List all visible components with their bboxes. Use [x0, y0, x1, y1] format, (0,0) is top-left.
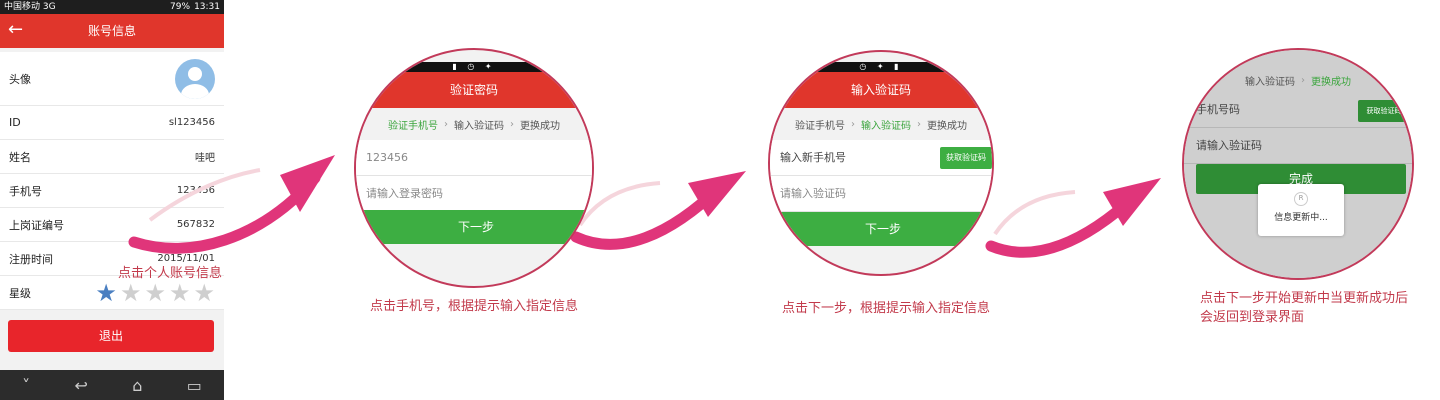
logout-button[interactable]: 退出 — [8, 320, 214, 352]
next-button[interactable]: 下一步 — [776, 212, 990, 246]
verify-password-screen: ▮ ◷ ✦ 验证密码 验证手机号 › 输入验证码 › 更换成功 123456 请… — [354, 48, 594, 288]
row-label: 星级 — [9, 286, 31, 300]
star-icon: ★ — [193, 278, 215, 307]
row-label: 上岗证编号 — [9, 218, 64, 232]
clock-text: 13:31 — [194, 2, 220, 12]
step-indicator: 验证手机号 › 输入验证码 › 更换成功 — [356, 108, 592, 140]
spinner-icon: R — [1294, 192, 1308, 206]
chevron-right-icon: › — [1301, 74, 1305, 86]
star-icon: ★ — [119, 278, 142, 307]
next-button[interactable]: 下一步 — [356, 210, 592, 244]
step-label: 更换成功 — [520, 120, 560, 132]
code-row[interactable]: 请输入验证码 — [1184, 128, 1412, 164]
dialog-text: 信息更新中... — [1274, 213, 1328, 223]
phone-field[interactable]: 123456 — [356, 140, 592, 176]
android-nav-bar: ˅ ↩ ⌂ ▭ — [0, 370, 224, 400]
home-icon[interactable]: ⌂ — [132, 376, 142, 395]
row-value: sl123456 — [168, 117, 215, 128]
title-bar: ← 账号信息 — [0, 14, 224, 48]
star-icon: ★ — [95, 278, 117, 307]
step-label: 验证手机号 — [795, 120, 845, 132]
flow-arrow-icon — [570, 171, 746, 250]
status-bar: ◷ ✦ ▮ — [770, 62, 992, 72]
get-code-button[interactable]: 获取验证码 — [940, 147, 992, 169]
step-label: 验证手机号 — [388, 120, 438, 132]
chevron-right-icon: › — [510, 118, 514, 130]
step1-note: 点击手机号，根据提示输入指定信息 — [370, 299, 579, 314]
updating-screen: 输入验证码 › 更换成功 手机号码 获取验证码 请输入验证码 完成 R 信息更新… — [1182, 48, 1414, 280]
avatar-row[interactable]: 头像 — [0, 52, 224, 106]
battery-text: 79% — [170, 2, 191, 12]
flow-arrow-icon — [128, 155, 335, 254]
step-label: 输入验证码 — [1245, 76, 1295, 88]
star-level-row: 星级 ★ ★ ★ ★ ★ — [0, 276, 224, 310]
loading-dialog: R 信息更新中... — [1258, 184, 1344, 236]
star-rating: ★ ★ ★ ★ ★ — [95, 281, 215, 305]
row-label: 姓名 — [9, 150, 31, 164]
id-row: ID sl123456 — [0, 106, 224, 140]
enter-code-screen: ◷ ✦ ▮ 输入验证码 验证手机号 › 输入验证码 › 更换成功 输入新手机号 … — [768, 50, 994, 276]
back-arrow-icon[interactable]: ← — [8, 14, 23, 46]
password-field[interactable]: 请输入登录密码 — [356, 176, 592, 212]
carrier-text: 中国移动 3G — [4, 2, 56, 12]
chevron-right-icon: › — [444, 118, 448, 130]
step-label: 输入验证码 — [861, 120, 911, 132]
avatar[interactable] — [175, 58, 215, 99]
star-icon: ★ — [168, 278, 191, 307]
hint-click-account: 点击个人账号信息 — [118, 266, 223, 281]
step-label: 更换成功 — [1311, 76, 1351, 88]
step-label: 更换成功 — [927, 120, 967, 132]
status-bar: 中国移动 3G 79% 13:31 — [0, 0, 224, 14]
step2-note: 点击下一步，根据提示输入指定信息 — [782, 301, 991, 316]
status-bar: ▮ ◷ ✦ — [356, 62, 592, 72]
chevron-right-icon: › — [851, 118, 855, 130]
chevron-right-icon: › — [917, 118, 921, 130]
get-code-button[interactable]: 获取验证码 — [1358, 100, 1410, 122]
row-label: 手机号 — [9, 184, 42, 198]
code-field[interactable]: 请输入验证码 — [770, 176, 992, 212]
back-icon[interactable]: ↩ — [74, 376, 87, 395]
chevron-down-icon[interactable]: ˅ — [22, 376, 30, 395]
step3-note-line2: 会返回到登录界面 — [1200, 310, 1305, 325]
row-label: 头像 — [9, 72, 31, 86]
page-title: 账号信息 — [87, 24, 136, 38]
flow-arrow-icon — [985, 178, 1161, 258]
row-label: ID — [9, 116, 21, 129]
row-label: 注册时间 — [9, 252, 53, 266]
screen-title: 验证密码 — [356, 72, 592, 108]
screen-title: 输入验证码 — [770, 72, 992, 108]
step-label: 输入验证码 — [454, 120, 504, 132]
recent-apps-icon[interactable]: ▭ — [187, 376, 202, 395]
step-indicator: 验证手机号 › 输入验证码 › 更换成功 — [770, 108, 992, 140]
step3-note-line1: 点击下一步开始更新中当更新成功后 — [1200, 291, 1409, 306]
star-icon: ★ — [144, 278, 166, 307]
